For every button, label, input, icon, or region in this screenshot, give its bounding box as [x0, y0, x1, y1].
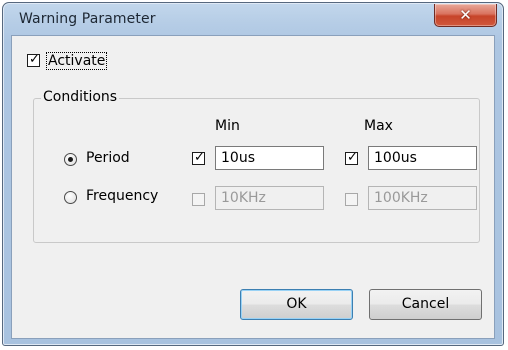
window-title: Warning Parameter [19, 11, 156, 27]
period-max-input[interactable]: 100us [368, 146, 477, 170]
radio-selected-dot [68, 157, 73, 162]
frequency-min-input[interactable]: 10KHz [215, 186, 324, 210]
cancel-button[interactable]: Cancel [369, 289, 482, 320]
frequency-radio[interactable] [64, 191, 77, 204]
frequency-min-checkbox[interactable] [192, 193, 205, 206]
title-bar[interactable]: Warning Parameter ✕ [3, 3, 503, 35]
conditions-group-title: Conditions [41, 89, 120, 105]
period-min-input[interactable]: 10us [215, 146, 324, 170]
frequency-max-input[interactable]: 100KHz [368, 186, 477, 210]
max-header: Max [364, 118, 393, 134]
min-header: Min [215, 118, 240, 134]
conditions-group: Conditions [33, 89, 480, 243]
close-button[interactable]: ✕ [434, 4, 497, 27]
activate-label[interactable]: Activate [46, 52, 108, 70]
period-radio[interactable] [64, 153, 77, 166]
period-label[interactable]: Period [86, 150, 130, 166]
activate-checkbox[interactable]: ✓ [27, 52, 40, 67]
close-icon: ✕ [459, 6, 472, 24]
dialog-window: Warning Parameter ✕ ✓ Activate Condition… [2, 2, 504, 346]
period-min-checkbox[interactable]: ✓ [192, 150, 205, 165]
check-mark-icon: ✓ [194, 150, 205, 165]
check-mark-icon: ✓ [347, 150, 358, 165]
check-mark-icon: ✓ [29, 52, 40, 67]
ok-button[interactable]: OK [240, 289, 353, 320]
dialog-body: ✓ Activate Conditions Min Max Period ✓ 1… [11, 35, 495, 339]
frequency-max-checkbox[interactable] [345, 193, 358, 206]
period-max-checkbox[interactable]: ✓ [345, 150, 358, 165]
frequency-label[interactable]: Frequency [86, 188, 158, 204]
